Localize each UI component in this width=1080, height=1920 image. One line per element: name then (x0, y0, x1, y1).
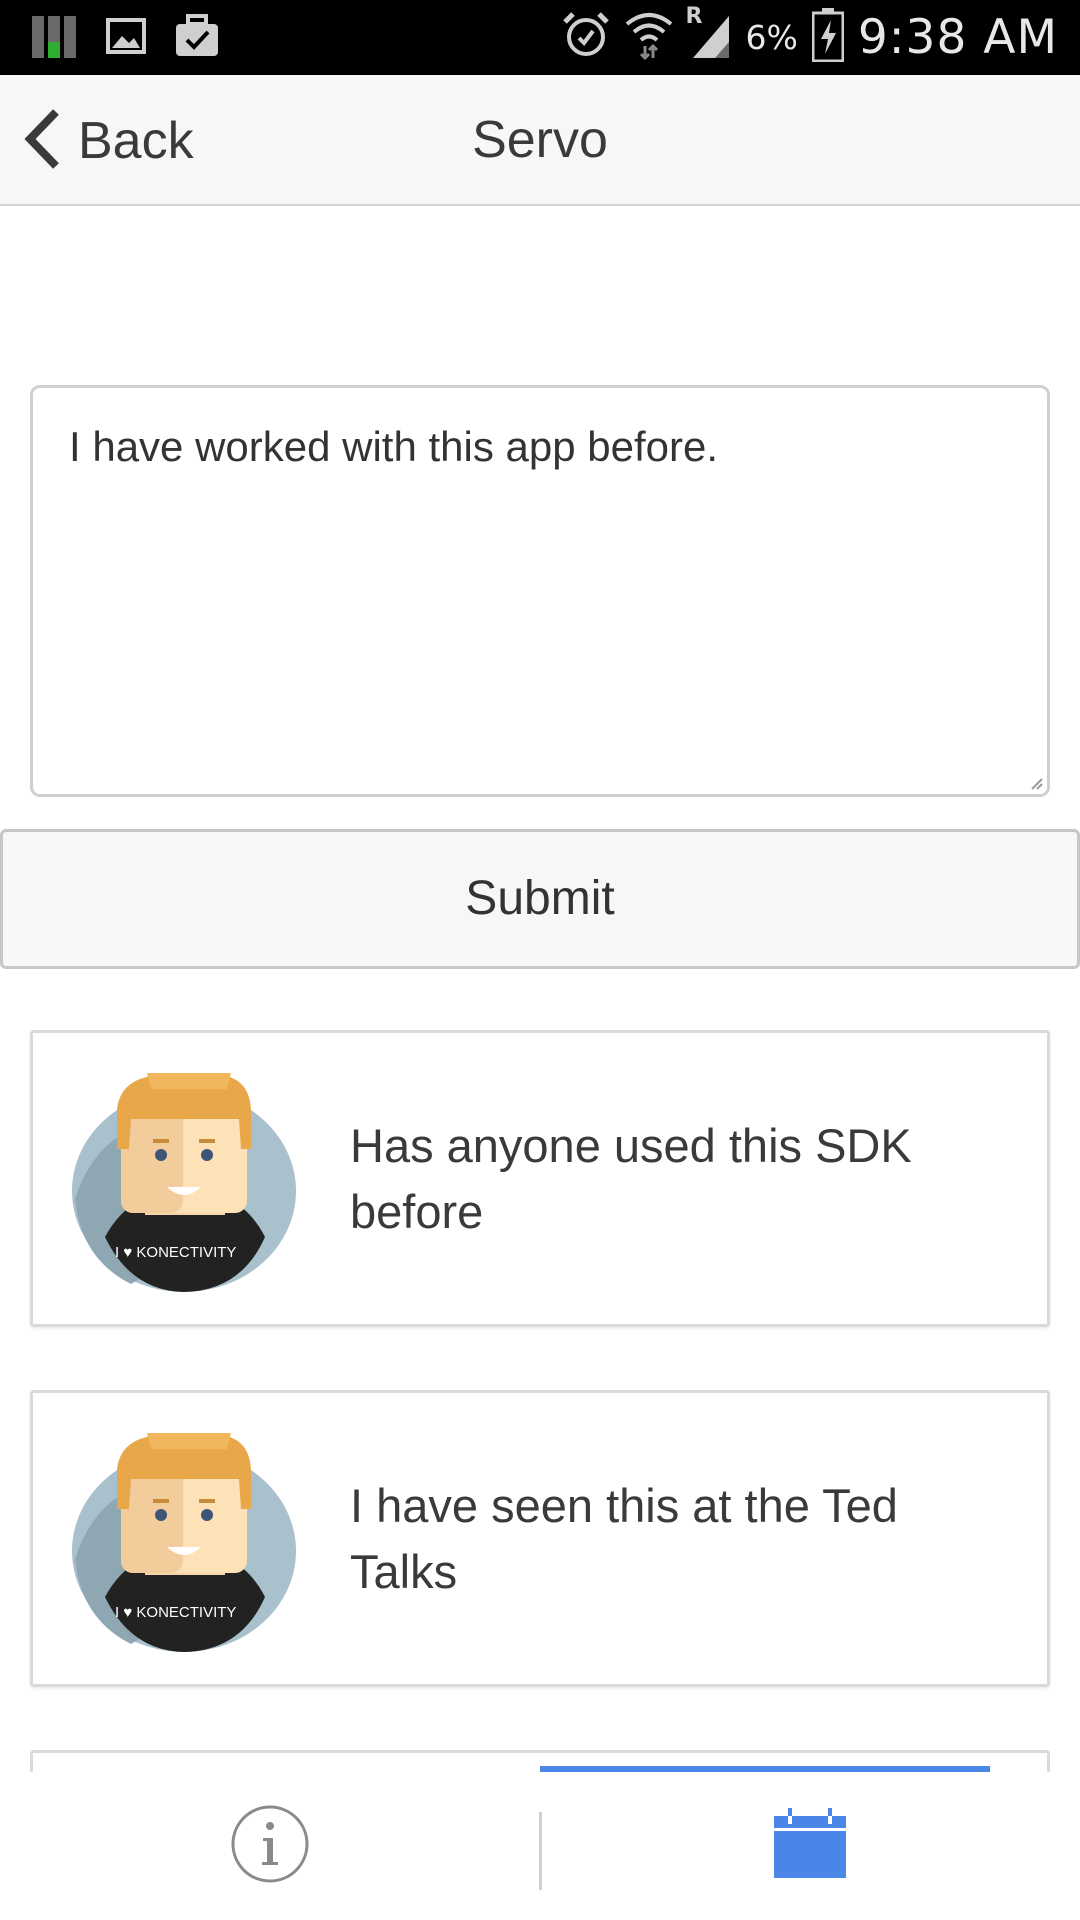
submit-button[interactable]: Submit (0, 829, 1080, 969)
avatar: I ♥ KONECTIVITY (71, 1429, 301, 1654)
avatar: I ♥ KONECTIVITY (71, 1069, 301, 1294)
wifi-icon (625, 10, 673, 65)
post-text: Has anyone used this SDK before (350, 1119, 912, 1238)
gallery-icon (106, 16, 146, 61)
back-label: Back (78, 112, 194, 170)
tab-info[interactable] (0, 1772, 540, 1920)
app-header: Back Servo (0, 75, 1080, 206)
list-item[interactable]: I ♥ KONECTIVITY I have seen this at the … (30, 1390, 1050, 1687)
bottom-nav (0, 1772, 1080, 1920)
clock: 9:38 AM (857, 10, 1058, 65)
tab-calendar[interactable] (540, 1772, 1080, 1920)
comment-input-value: I have worked with this app before. (69, 423, 719, 470)
battery-charging-icon (811, 8, 845, 67)
avatar-caption: I ♥ KONECTIVITY (115, 1604, 237, 1621)
cell-signal-icon: R (685, 4, 731, 65)
briefcase-check-icon (174, 14, 220, 63)
back-button[interactable]: Back (22, 103, 194, 179)
chevron-left-icon (22, 108, 62, 175)
list-item[interactable]: I ♥ KONECTIVITY Has anyone used this SDK… (30, 1030, 1050, 1327)
signal-bars-icon (30, 12, 78, 65)
alarm-icon (561, 10, 611, 65)
post-text: I have seen this at the Ted Talks (350, 1479, 898, 1598)
info-icon (230, 1804, 310, 1889)
resize-grip-icon[interactable] (1029, 776, 1043, 790)
avatar-caption: I ♥ KONECTIVITY (115, 1244, 237, 1261)
calendar-icon (772, 1807, 848, 1885)
status-bar: R 6% 9:38 AM (0, 0, 1080, 75)
comment-input[interactable]: I have worked with this app before. (30, 385, 1050, 797)
battery-percent: 6% (745, 18, 798, 57)
